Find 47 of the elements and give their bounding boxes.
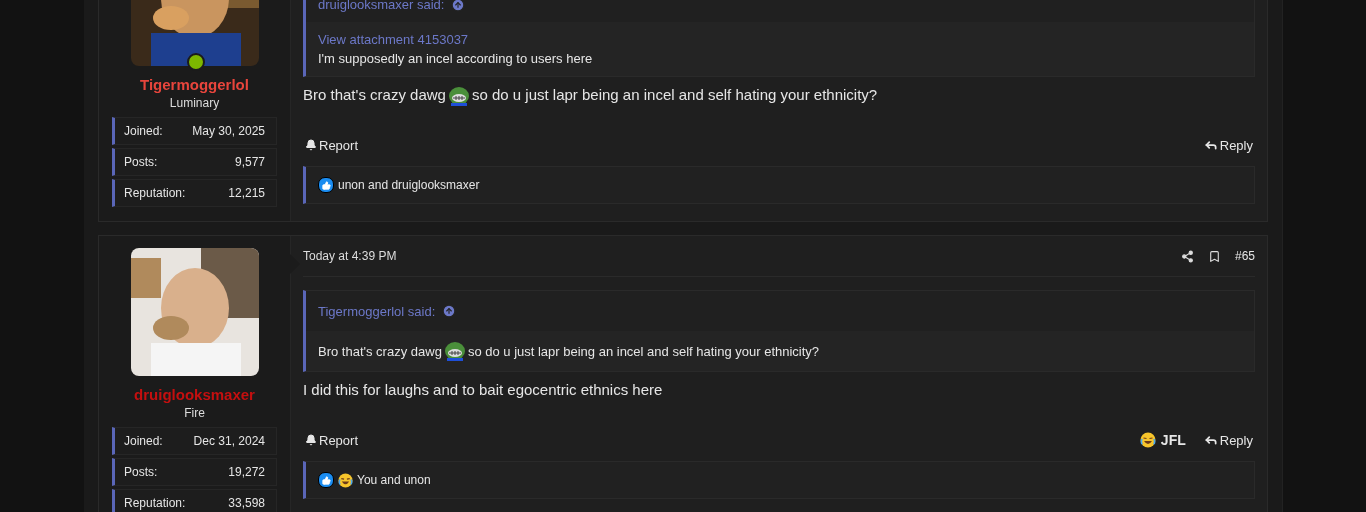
stat-value: Dec 31, 2024 xyxy=(193,434,265,448)
post-number[interactable]: #65 xyxy=(1234,249,1255,263)
stat-label: Reputation: xyxy=(124,186,186,200)
frog-emoji-icon xyxy=(443,341,466,361)
arrow-up-icon[interactable] xyxy=(442,304,457,318)
bell-icon xyxy=(305,139,317,151)
stat-value: 12,215 xyxy=(228,186,265,200)
username[interactable]: Tigermoggerlol xyxy=(140,76,249,93)
reply-button[interactable]: Reply xyxy=(1201,432,1255,448)
bookmark-icon[interactable] xyxy=(1207,249,1221,263)
crying-laughing-emoji-icon xyxy=(338,472,353,488)
thumbs-up-icon xyxy=(318,472,334,488)
share-icon[interactable] xyxy=(1180,249,1194,263)
quote-text: Bro that's crazy dawg xyxy=(318,343,442,359)
quote-text: so do u just lapr being an incel and self hating your ethnicity? xyxy=(467,343,820,359)
stat-label: Joined: xyxy=(124,124,163,138)
frog-emoji-icon xyxy=(447,86,470,106)
stat-value: 33,598 xyxy=(228,496,265,510)
stat-label: Joined: xyxy=(124,434,163,448)
quote-author[interactable]: Tigermoggerlol said: xyxy=(318,303,436,319)
post-date[interactable]: Today at 4:39 PM xyxy=(303,249,1181,263)
arrow-up-icon[interactable] xyxy=(451,0,466,12)
message-text: so do u just lapr being an incel and self hating your ethnicity? xyxy=(471,86,878,103)
thumbs-up-icon xyxy=(318,177,334,193)
report-button[interactable]: Report xyxy=(303,432,361,448)
message-text: Bro that's crazy dawg xyxy=(303,86,446,103)
crying-laughing-emoji-icon xyxy=(1139,432,1156,448)
reply-icon xyxy=(1203,433,1218,447)
reactions-text[interactable]: You and unon xyxy=(357,473,431,487)
reaction-button[interactable]: JFL xyxy=(1137,432,1188,448)
user-role: Fire xyxy=(184,406,205,420)
message-text: I did this for laughs and to bait egocentric ethnics here xyxy=(303,381,663,398)
reply-icon xyxy=(1203,138,1218,152)
stat-value: May 30, 2025 xyxy=(192,124,265,138)
stat-label: Reputation: xyxy=(124,496,186,510)
stat-value: 19,272 xyxy=(228,465,265,479)
reactions-text[interactable]: unon and druiglooksmaxer xyxy=(338,178,480,192)
user-role: Luminary xyxy=(169,96,220,110)
stat-value: 9,577 xyxy=(234,155,265,169)
report-button[interactable]: Report xyxy=(303,137,361,153)
bell-icon xyxy=(305,434,317,446)
stat-label: Posts: xyxy=(124,155,158,169)
quote-text: I'm supposedly an incel according to users here xyxy=(318,51,594,66)
stat-label: Posts: xyxy=(124,465,158,479)
attachment-link[interactable]: View attachment 4153037 xyxy=(318,32,1242,47)
quote-author[interactable]: druiglooksmaxer said: xyxy=(318,0,445,12)
reply-button[interactable]: Reply xyxy=(1201,137,1255,153)
